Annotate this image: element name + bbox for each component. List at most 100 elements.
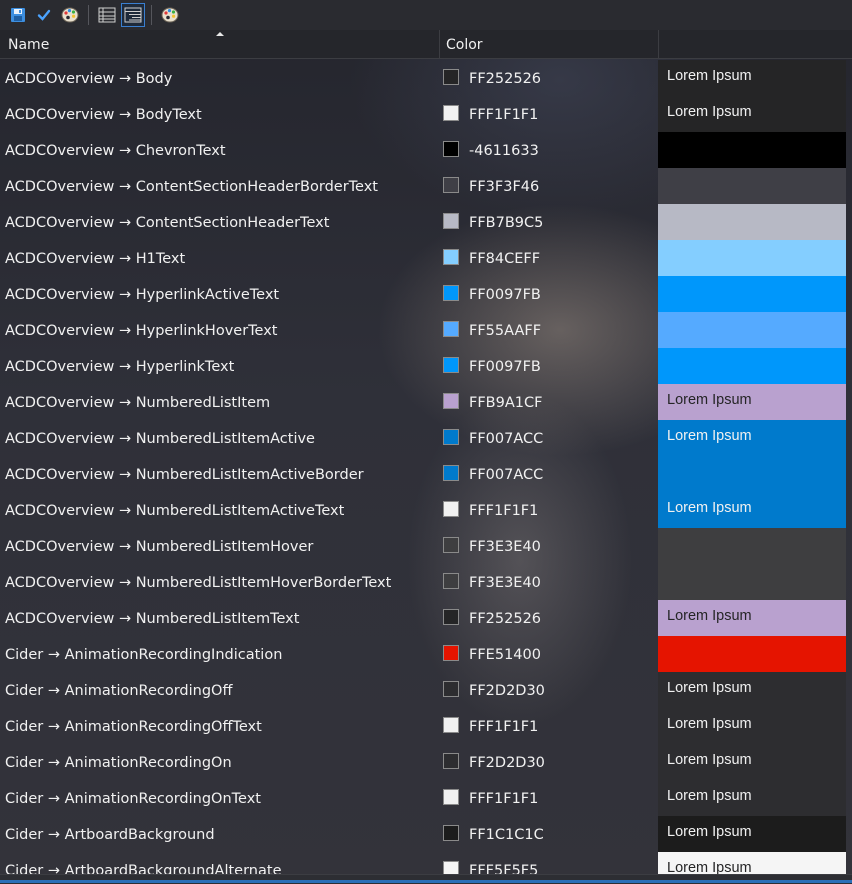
list-row[interactable]: ACDCOverview → HyperlinkText FF0097FB xyxy=(0,348,852,384)
color-swatch[interactable] xyxy=(443,429,459,445)
color-value[interactable]: FF2D2D30 xyxy=(469,672,545,708)
color-value[interactable]: FF3E3E40 xyxy=(469,528,541,564)
color-swatch[interactable] xyxy=(443,789,459,805)
color-value[interactable]: FF2D2D30 xyxy=(469,744,545,780)
list-row[interactable]: Cider → ArtboardBackgroundAlternate FFF5F… xyxy=(0,852,852,874)
list-row[interactable]: ACDCOverview → HyperlinkActiveText FF0097… xyxy=(0,276,852,312)
color-value[interactable]: FF84CEFF xyxy=(469,240,540,276)
save-button[interactable] xyxy=(6,3,30,27)
color-swatch[interactable] xyxy=(443,573,459,589)
list-row[interactable]: ACDCOverview → NumberedListItemActive FF0… xyxy=(0,420,852,456)
color-swatch[interactable] xyxy=(443,609,459,625)
color-preview xyxy=(658,204,846,240)
color-value[interactable]: FFE51400 xyxy=(469,636,541,672)
list-row[interactable]: Cider → ArtboardBackground FF1C1C1C Lorem … xyxy=(0,816,852,852)
preview-sample-text: Lorem Ipsum xyxy=(667,68,752,84)
color-value[interactable]: FFF1F1F1 xyxy=(469,96,538,132)
color-value[interactable]: FFF1F1F1 xyxy=(469,492,538,528)
preview-sample-text: Lorem Ipsum xyxy=(667,104,752,120)
color-swatch[interactable] xyxy=(443,501,459,517)
color-swatch[interactable] xyxy=(443,321,459,337)
row-name: ACDCOverview → HyperlinkText xyxy=(5,359,235,375)
color-preview: Lorem Ipsum xyxy=(658,96,846,132)
color-swatch[interactable] xyxy=(443,465,459,481)
color-value[interactable]: FFF1F1F1 xyxy=(469,708,538,744)
list-row[interactable]: Cider → AnimationRecordingIndication FFE5… xyxy=(0,636,852,672)
preview-sample-text: Lorem Ipsum xyxy=(667,428,752,444)
color-swatch[interactable] xyxy=(443,177,459,193)
toolbar-separator xyxy=(88,5,89,25)
row-name: Cider → AnimationRecordingOnText xyxy=(5,791,261,807)
color-swatch[interactable] xyxy=(443,393,459,409)
color-swatch[interactable] xyxy=(443,105,459,121)
list-row[interactable]: Cider → AnimationRecordingOnText FFF1F1F1… xyxy=(0,780,852,816)
color-preview: Lorem Ipsum xyxy=(658,816,846,852)
list-row[interactable]: ACDCOverview → NumberedListItemActiveBor… xyxy=(0,456,852,492)
list-row[interactable]: ACDCOverview → NumberedListItemText FF252… xyxy=(0,600,852,636)
list-row[interactable]: ACDCOverview → ContentSectionHeaderText F… xyxy=(0,204,852,240)
color-swatch[interactable] xyxy=(443,753,459,769)
tree-view-button[interactable] xyxy=(121,3,145,27)
color-swatch[interactable] xyxy=(443,141,459,157)
list-row[interactable]: Cider → AnimationRecordingOff FF2D2D30 Lor… xyxy=(0,672,852,708)
list-row[interactable]: ACDCOverview → Body FF252526 Lorem Ipsum xyxy=(0,60,852,96)
color-preview: Lorem Ipsum xyxy=(658,384,846,420)
color-value[interactable]: FF0097FB xyxy=(469,276,541,312)
color-value[interactable]: FFF1F1F1 xyxy=(469,780,538,816)
list-row[interactable]: Cider → AnimationRecordingOffText FFF1F1F… xyxy=(0,708,852,744)
list-view-button[interactable] xyxy=(95,3,119,27)
color-value[interactable]: FF252526 xyxy=(469,600,541,636)
apply-button[interactable] xyxy=(32,3,56,27)
color-preview xyxy=(658,348,846,384)
list-row[interactable]: ACDCOverview → BodyText FFF1F1F1 Lorem Ips… xyxy=(0,96,852,132)
theme-palette-icon xyxy=(161,7,179,23)
list-row[interactable]: ACDCOverview → HyperlinkHoverText FF55AAF… xyxy=(0,312,852,348)
color-value[interactable]: FFB7B9C5 xyxy=(469,204,543,240)
list-row[interactable]: ACDCOverview → NumberedListItemHoverBord… xyxy=(0,564,852,600)
color-preview xyxy=(658,276,846,312)
row-name: ACDCOverview → NumberedListItemHover xyxy=(5,539,314,555)
color-value[interactable]: FF3E3E40 xyxy=(469,564,541,600)
color-value[interactable]: FF252526 xyxy=(469,60,541,96)
color-value[interactable]: FF0097FB xyxy=(469,348,541,384)
row-name: ACDCOverview → ContentSectionHeaderBorde… xyxy=(5,179,378,195)
color-swatch[interactable] xyxy=(443,717,459,733)
palette-button[interactable] xyxy=(58,3,82,27)
color-value[interactable]: FFB9A1CF xyxy=(469,384,542,420)
color-swatch[interactable] xyxy=(443,645,459,661)
color-swatch[interactable] xyxy=(443,285,459,301)
color-swatch[interactable] xyxy=(443,861,459,874)
column-header-color[interactable]: Color xyxy=(440,30,659,58)
row-name: ACDCOverview → BodyText xyxy=(5,107,202,123)
row-name: ACDCOverview → NumberedListItemActiveBor… xyxy=(5,467,364,483)
sort-ascending-icon xyxy=(216,32,224,36)
color-preview xyxy=(658,636,846,672)
color-swatch[interactable] xyxy=(443,681,459,697)
color-value[interactable]: FF3F3F46 xyxy=(469,168,539,204)
color-value[interactable]: FFF5F5F5 xyxy=(469,852,538,874)
preview-sample-text: Lorem Ipsum xyxy=(667,608,752,624)
column-header-name[interactable]: Name xyxy=(0,30,440,58)
list-row[interactable]: ACDCOverview → ChevronText -4611633 xyxy=(0,132,852,168)
color-value[interactable]: FF007ACC xyxy=(469,420,543,456)
color-swatch[interactable] xyxy=(443,357,459,373)
color-swatch[interactable] xyxy=(443,825,459,841)
color-swatch[interactable] xyxy=(443,69,459,85)
preview-sample-text: Lorem Ipsum xyxy=(667,392,752,408)
color-swatch[interactable] xyxy=(443,249,459,265)
color-swatch[interactable] xyxy=(443,213,459,229)
color-value[interactable]: FF007ACC xyxy=(469,456,543,492)
list-row[interactable]: ACDCOverview → H1Text FF84CEFF xyxy=(0,240,852,276)
row-name: Cider → AnimationRecordingOffText xyxy=(5,719,262,735)
color-value[interactable]: -4611633 xyxy=(469,132,539,168)
color-swatch[interactable] xyxy=(443,537,459,553)
color-value[interactable]: FF1C1C1C xyxy=(469,816,544,852)
color-preview: Lorem Ipsum xyxy=(658,492,846,528)
color-value[interactable]: FF55AAFF xyxy=(469,312,541,348)
list-row[interactable]: ACDCOverview → ContentSectionHeaderBorde… xyxy=(0,168,852,204)
list-row[interactable]: Cider → AnimationRecordingOn FF2D2D30 Lore… xyxy=(0,744,852,780)
theme-button[interactable] xyxy=(158,3,182,27)
list-row[interactable]: ACDCOverview → NumberedListItemHover FF3E… xyxy=(0,528,852,564)
list-row[interactable]: ACDCOverview → NumberedListItem FFB9A1CF L… xyxy=(0,384,852,420)
list-row[interactable]: ACDCOverview → NumberedListItemActiveTex… xyxy=(0,492,852,528)
